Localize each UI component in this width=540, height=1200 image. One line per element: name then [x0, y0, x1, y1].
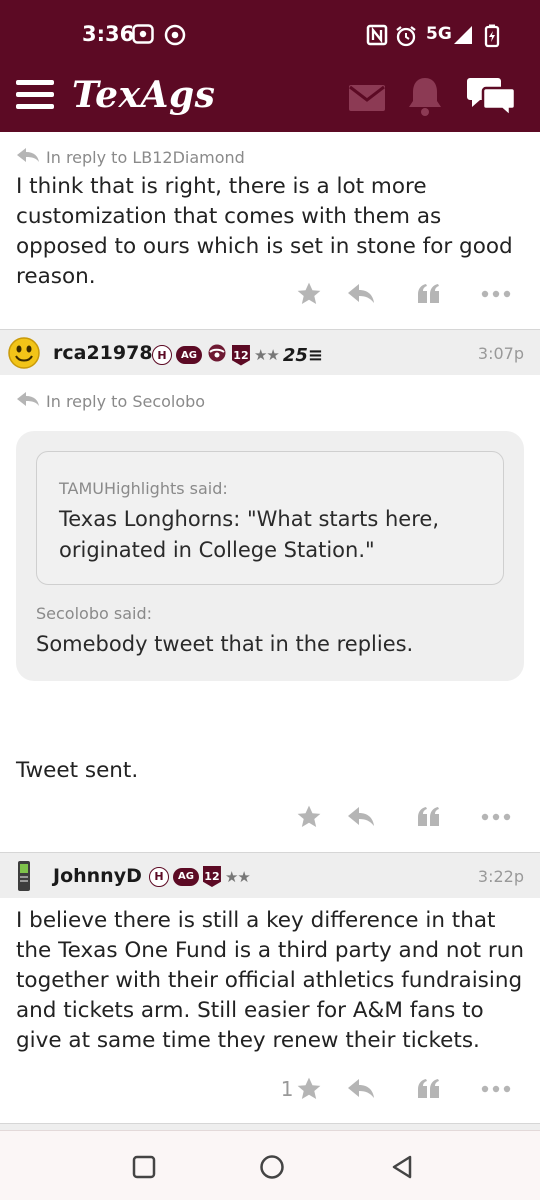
post-actions: 1 — [260, 1072, 530, 1106]
badge-ag: AG — [173, 867, 199, 886]
quote-button[interactable] — [395, 1072, 462, 1106]
reply-button[interactable] — [328, 800, 395, 834]
status-bar: 3:36 5G — [0, 0, 540, 70]
chrome-icon — [164, 24, 186, 46]
badge-years: 25≡ — [282, 344, 324, 366]
badge-12th-man: 12 — [202, 866, 221, 887]
status-time: 3:36 — [82, 22, 135, 46]
post-actions — [260, 800, 530, 834]
quote-icon — [417, 807, 439, 826]
reply-arrow-icon — [16, 147, 40, 167]
post-header: rca21978 H AG 12 ★★ 25≡ 3:07p — [0, 329, 540, 375]
quote-block[interactable]: TAMUHighlights said: Texas Longhorns: "W… — [16, 431, 524, 681]
battery-icon — [484, 24, 500, 48]
more-icon — [482, 290, 511, 298]
like-button[interactable] — [260, 800, 328, 834]
avatar[interactable] — [8, 337, 40, 369]
next-post-header-edge — [0, 1123, 540, 1130]
reply-reference[interactable]: In reply to LB12Diamond — [16, 147, 245, 167]
post-time: 3:22p — [477, 867, 524, 886]
bell-icon[interactable] — [406, 76, 444, 120]
badge-12th-man: 12 — [231, 344, 250, 366]
signal-icon — [452, 24, 474, 46]
quote-icon — [417, 284, 439, 303]
badge-h: H — [152, 345, 172, 365]
more-button[interactable] — [463, 800, 530, 834]
quote-author: Secolobo said: — [36, 604, 152, 623]
nested-quote-block[interactable]: TAMUHighlights said: Texas Longhorns: "W… — [36, 451, 504, 585]
reply-button[interactable] — [328, 277, 395, 311]
longhorn-badge-icon — [206, 343, 228, 367]
menu-icon[interactable] — [16, 80, 54, 110]
more-icon — [482, 813, 511, 821]
quote-button[interactable] — [395, 277, 462, 311]
like-button[interactable]: 1 — [260, 1072, 328, 1106]
user-badges: H AG 12 ★★ 25≡ — [152, 343, 323, 367]
username[interactable]: JohnnyD — [53, 865, 142, 887]
reply-to-text: In reply to LB12Diamond — [46, 147, 245, 167]
top-bar: 3:36 5G TexAgs — [0, 0, 540, 132]
recents-square-icon[interactable] — [130, 1153, 158, 1181]
alarm-icon — [394, 24, 418, 48]
quote-author: TAMUHighlights said: — [59, 479, 228, 498]
post-body: Tweet sent. — [16, 758, 139, 783]
chat-icon[interactable] — [466, 76, 518, 122]
quote-button[interactable] — [395, 800, 462, 834]
system-nav-bar — [0, 1130, 540, 1200]
post-time: 3:07p — [477, 344, 524, 363]
more-icon — [482, 1085, 511, 1093]
quote-text: Texas Longhorns: "What starts here, orig… — [59, 507, 439, 562]
star-icon — [297, 282, 320, 304]
avatar[interactable] — [14, 860, 36, 892]
network-type: 5G — [426, 24, 452, 44]
more-button[interactable] — [463, 277, 530, 311]
reply-to-text: In reply to Secolobo — [46, 391, 206, 411]
like-count: 1 — [280, 1077, 294, 1101]
reply-icon — [348, 807, 375, 826]
more-button[interactable] — [463, 1072, 530, 1106]
badge-h: H — [149, 866, 169, 887]
nfc-icon — [366, 24, 388, 46]
badge-ag: AG — [176, 346, 202, 364]
reply-arrow-icon — [16, 391, 40, 411]
star-icon — [297, 1077, 320, 1099]
post-header: JohnnyD H AG 12 ★★ 3:22p — [0, 852, 540, 898]
user-badges: H AG 12 ★★ — [149, 866, 251, 887]
badge-stars: ★★ — [224, 867, 251, 886]
post-body: I think that is right, there is a lot mo… — [16, 174, 513, 289]
reply-button[interactable] — [328, 1072, 395, 1106]
quote-text: Somebody tweet that in the replies. — [36, 632, 414, 656]
reply-icon — [348, 1079, 375, 1098]
back-triangle-icon[interactable] — [388, 1153, 416, 1181]
home-circle-icon[interactable] — [258, 1153, 286, 1181]
reply-reference[interactable]: In reply to Secolobo — [16, 391, 205, 411]
quote-icon — [417, 1079, 439, 1098]
post-actions — [260, 277, 530, 311]
like-button[interactable] — [260, 277, 328, 311]
app-header: TexAgs — [0, 70, 540, 132]
post-body: I believe there is still a key differenc… — [16, 908, 524, 1053]
badge-stars: ★★ — [253, 346, 280, 364]
username[interactable]: rca21978 — [53, 342, 153, 364]
mail-icon[interactable] — [348, 84, 386, 116]
screen-record-icon — [132, 24, 154, 44]
reply-icon — [348, 284, 375, 303]
site-logo[interactable]: TexAgs — [72, 74, 215, 116]
star-icon — [297, 805, 320, 827]
